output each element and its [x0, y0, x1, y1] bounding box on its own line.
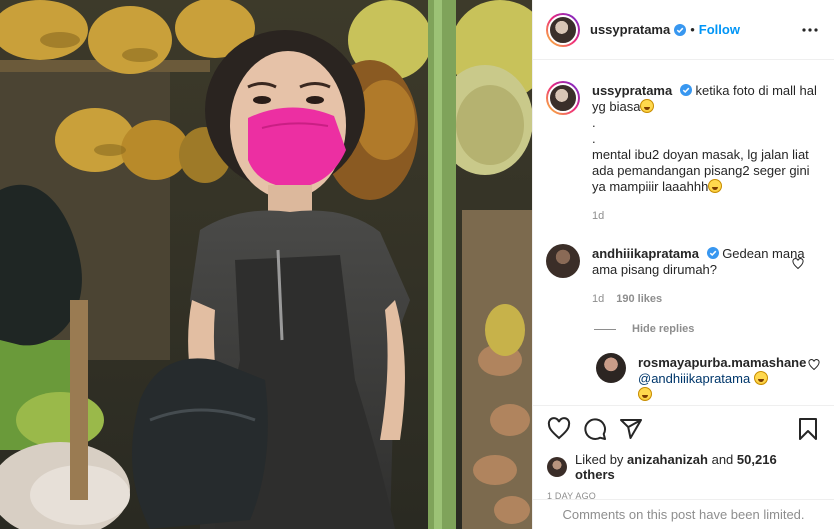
caption-username[interactable]: ussypratama [592, 83, 672, 98]
likes-summary: Liked by anizahanizah and 50,216 others [547, 452, 820, 482]
post-side-panel: ussypratama • Follow ussypratama ketika … [532, 0, 834, 529]
comment-username[interactable]: andhiiikapratama [592, 246, 699, 261]
caption-avatar[interactable] [546, 81, 580, 115]
verified-badge-icon [706, 247, 719, 259]
follow-button[interactable]: Follow [699, 22, 740, 37]
reply-avatar[interactable] [596, 353, 626, 383]
reply-username[interactable]: rosmayapurba.mamashane [638, 355, 806, 370]
caption: ussypratama ketika foto di mall hal yg b… [546, 81, 820, 224]
heart-icon[interactable] [547, 417, 571, 441]
share-icon[interactable] [619, 417, 643, 441]
comment-time[interactable]: 1d [592, 291, 604, 307]
comment-like-heart-icon[interactable] [792, 258, 804, 270]
bookmark-icon[interactable] [796, 417, 820, 441]
verified-badge-icon [674, 23, 687, 36]
post-actions: Liked by anizahanizah and 50,216 others … [533, 405, 834, 501]
author-avatar[interactable] [546, 12, 580, 47]
caption-extra-text: . . mental ibu2 doyan masak, lg jalan li… [592, 115, 810, 194]
comment-icon[interactable] [583, 417, 607, 441]
grin-emoji-icon [638, 387, 652, 401]
reply-like-heart-icon[interactable] [808, 359, 820, 371]
likes-prefix: Liked by [575, 452, 624, 467]
liker-avatar[interactable] [547, 457, 567, 477]
liker-username[interactable]: anizahanizah [627, 452, 708, 467]
caption-extra: . . mental ibu2 doyan masak, lg jalan li… [592, 115, 820, 195]
likes-and: and [711, 452, 734, 467]
caption-time[interactable]: 1d [592, 208, 604, 224]
hide-replies-label: Hide replies [632, 323, 695, 335]
more-options-icon[interactable] [800, 20, 820, 40]
header-separator: • [690, 22, 695, 37]
comment-likes[interactable]: 190 likes [616, 291, 662, 307]
post-photo[interactable] [0, 0, 532, 529]
grin-emoji-icon [753, 371, 768, 385]
grin-emoji-icon [708, 179, 723, 193]
commenter-avatar[interactable] [546, 244, 580, 278]
post-header: ussypratama • Follow [533, 0, 834, 60]
comment-item: andhiiikapratama Gedean mana ama pisang … [546, 244, 820, 307]
photo-illustration [0, 0, 532, 529]
comments-list[interactable]: ussypratama ketika foto di mall hal yg b… [533, 61, 834, 404]
author-username[interactable]: ussypratama [590, 22, 670, 37]
grin-emoji-icon [640, 99, 655, 113]
comments-limited-notice: Comments on this post have been limited. [533, 499, 834, 529]
hide-replies-line [594, 328, 616, 330]
hide-replies-button[interactable]: Hide replies [594, 323, 820, 335]
verified-badge-icon [679, 84, 692, 96]
reply-mention[interactable]: @andhiiikapratama [638, 371, 750, 386]
reply-item: rosmayapurba.mamashane @andhiiikapratama [596, 353, 820, 403]
